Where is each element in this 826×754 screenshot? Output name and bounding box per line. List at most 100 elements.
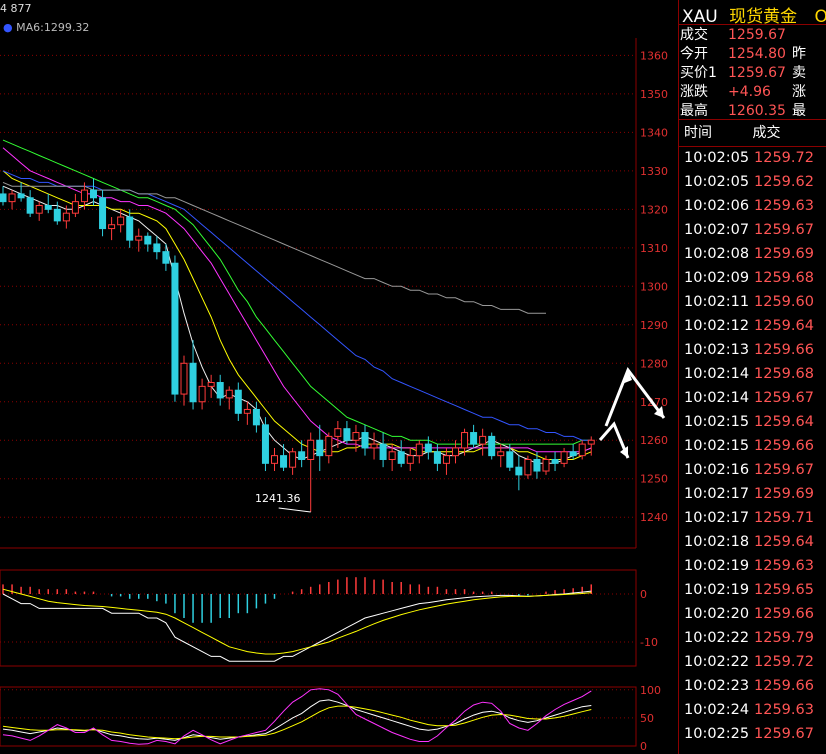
tick-row[interactable]: 10:02:15 1259.64: [684, 414, 814, 438]
tick-row[interactable]: 10:02:23 1259.66: [684, 678, 814, 702]
chart-area[interactable]: 1360135013401330132013101300129012801270…: [0, 0, 678, 754]
tick-row[interactable]: 10:02:22 1259.79: [684, 630, 814, 654]
tick-time: 10:02:20: [684, 606, 750, 622]
candle-body: [361, 432, 369, 449]
tick-row[interactable]: 10:02:14 1259.67: [684, 390, 814, 414]
candle-body: [8, 193, 16, 203]
tick-price: 1259.63: [754, 198, 814, 214]
y-tick-label: 1250: [640, 473, 668, 486]
tick-row[interactable]: 10:02:15 1259.66: [684, 438, 814, 462]
candle-body: [379, 443, 387, 460]
candle-body: [117, 216, 125, 226]
tick-price: 1259.67: [754, 726, 814, 742]
tick-row[interactable]: 10:02:24 1259.63: [684, 702, 814, 726]
y-tick-label: 1340: [640, 126, 668, 139]
y-tick-label: 1300: [640, 280, 668, 293]
tick-row[interactable]: 10:02:14 1259.68: [684, 366, 814, 390]
tick-time: 10:02:16: [684, 462, 750, 478]
macd-panel: [0, 569, 637, 667]
quote-value: 1259.67: [728, 65, 786, 81]
tick-time: 10:02:07: [684, 222, 750, 238]
tick-row[interactable]: 10:02:19 1259.63: [684, 558, 814, 582]
tick-time: 10:02:12: [684, 318, 750, 334]
tick-row[interactable]: 10:02:25 1259.67: [684, 726, 814, 750]
quote-row: 买价1 1259.67 卖: [680, 62, 806, 81]
candle-body: [62, 212, 70, 222]
grid-layer: [0, 38, 637, 549]
tick-row[interactable]: 10:02:11 1259.60: [684, 294, 814, 318]
quote-row: 成交 1259.67: [680, 24, 792, 43]
candle-body: [461, 432, 469, 449]
tick-time: 10:02:17: [684, 486, 750, 502]
tick-row[interactable]: 10:02:18 1259.64: [684, 534, 814, 558]
kdj_k-line: [2, 699, 592, 741]
tick-time: 10:02:13: [684, 342, 750, 358]
tick-row[interactable]: 10:02:07 1259.67: [684, 222, 814, 246]
candle-body: [388, 451, 396, 460]
tick-price: 1259.68: [754, 270, 814, 286]
tick-row[interactable]: 10:02:13 1259.66: [684, 342, 814, 366]
candle-body: [524, 458, 532, 476]
candle-body: [234, 389, 242, 414]
tick-time: 10:02:09: [684, 270, 750, 286]
kdj_j-line: [2, 688, 592, 745]
tick-row[interactable]: 10:02:06 1259.63: [684, 198, 814, 222]
volume-label: 4 877: [0, 2, 32, 15]
tick-row[interactable]: 10:02:08 1259.69: [684, 246, 814, 270]
candle-body: [406, 455, 414, 464]
tick-row[interactable]: 10:02:17 1259.69: [684, 486, 814, 510]
candle-body: [433, 451, 441, 464]
candle-body: [289, 451, 297, 468]
tick-time: 10:02:25: [684, 726, 750, 742]
tick-row[interactable]: 10:02:05 1259.72: [684, 150, 814, 174]
tick-row[interactable]: 10:02:17 1259.71: [684, 510, 814, 534]
tick-price: 1259.66: [754, 606, 814, 622]
tick-row[interactable]: 10:02:12 1259.64: [684, 318, 814, 342]
ma6-legend: ● MA6:1299.32: [3, 21, 89, 34]
ma-lines: [2, 139, 592, 464]
quote-key: 成交: [680, 27, 708, 43]
candle-body: [569, 451, 577, 457]
candle-body: [415, 443, 423, 457]
y-tick-label: 1290: [640, 319, 668, 332]
y-tick-label: 1240: [640, 511, 668, 524]
tick-row[interactable]: 10:02:19 1259.65: [684, 582, 814, 606]
candle-body: [470, 432, 478, 445]
tick-time: 10:02:23: [684, 678, 750, 694]
tick-row[interactable]: 10:02:09 1259.68: [684, 270, 814, 294]
low-pointer: [278, 507, 311, 513]
tick-time: 10:02:15: [684, 438, 750, 454]
tick-price: 1259.60: [754, 294, 814, 310]
candles: [0, 178, 595, 512]
y-tick-label: 50: [640, 712, 654, 725]
candle-body: [171, 262, 179, 395]
tick-row[interactable]: 10:02:20 1259.66: [684, 606, 814, 630]
quote-key: 最高: [680, 103, 708, 119]
ma60-line: [2, 170, 592, 441]
tick-row[interactable]: 10:02:16 1259.67: [684, 462, 814, 486]
tick-time: 10:02:19: [684, 558, 750, 574]
tick-price: 1259.67: [754, 390, 814, 406]
candle-body: [90, 189, 97, 199]
candle-body: [424, 443, 432, 453]
y-tick-label: 0: [640, 740, 647, 753]
tick-price: 1259.67: [754, 462, 814, 478]
candle-body: [587, 439, 595, 445]
candle-body: [343, 428, 351, 441]
tick-price: 1259.62: [754, 174, 814, 190]
tick-time: 10:02:19: [684, 582, 750, 598]
candle-body: [99, 197, 107, 230]
candle-body: [560, 451, 568, 464]
tick-row[interactable]: 10:02:22 1259.72: [684, 654, 814, 678]
tick-row[interactable]: 10:02:05 1259.62: [684, 174, 814, 198]
candle-body: [44, 204, 52, 210]
quote-row: 最高 1260.35 最: [680, 100, 806, 119]
candle-body: [80, 189, 88, 203]
tick-price: 1259.69: [754, 246, 814, 262]
candle-body: [162, 251, 170, 264]
low-price-label: 1241.36: [255, 492, 301, 505]
candle-body: [542, 458, 550, 472]
candle-body: [271, 455, 278, 464]
candle-body: [153, 243, 161, 253]
ma6-dot-icon: ●: [3, 21, 13, 34]
